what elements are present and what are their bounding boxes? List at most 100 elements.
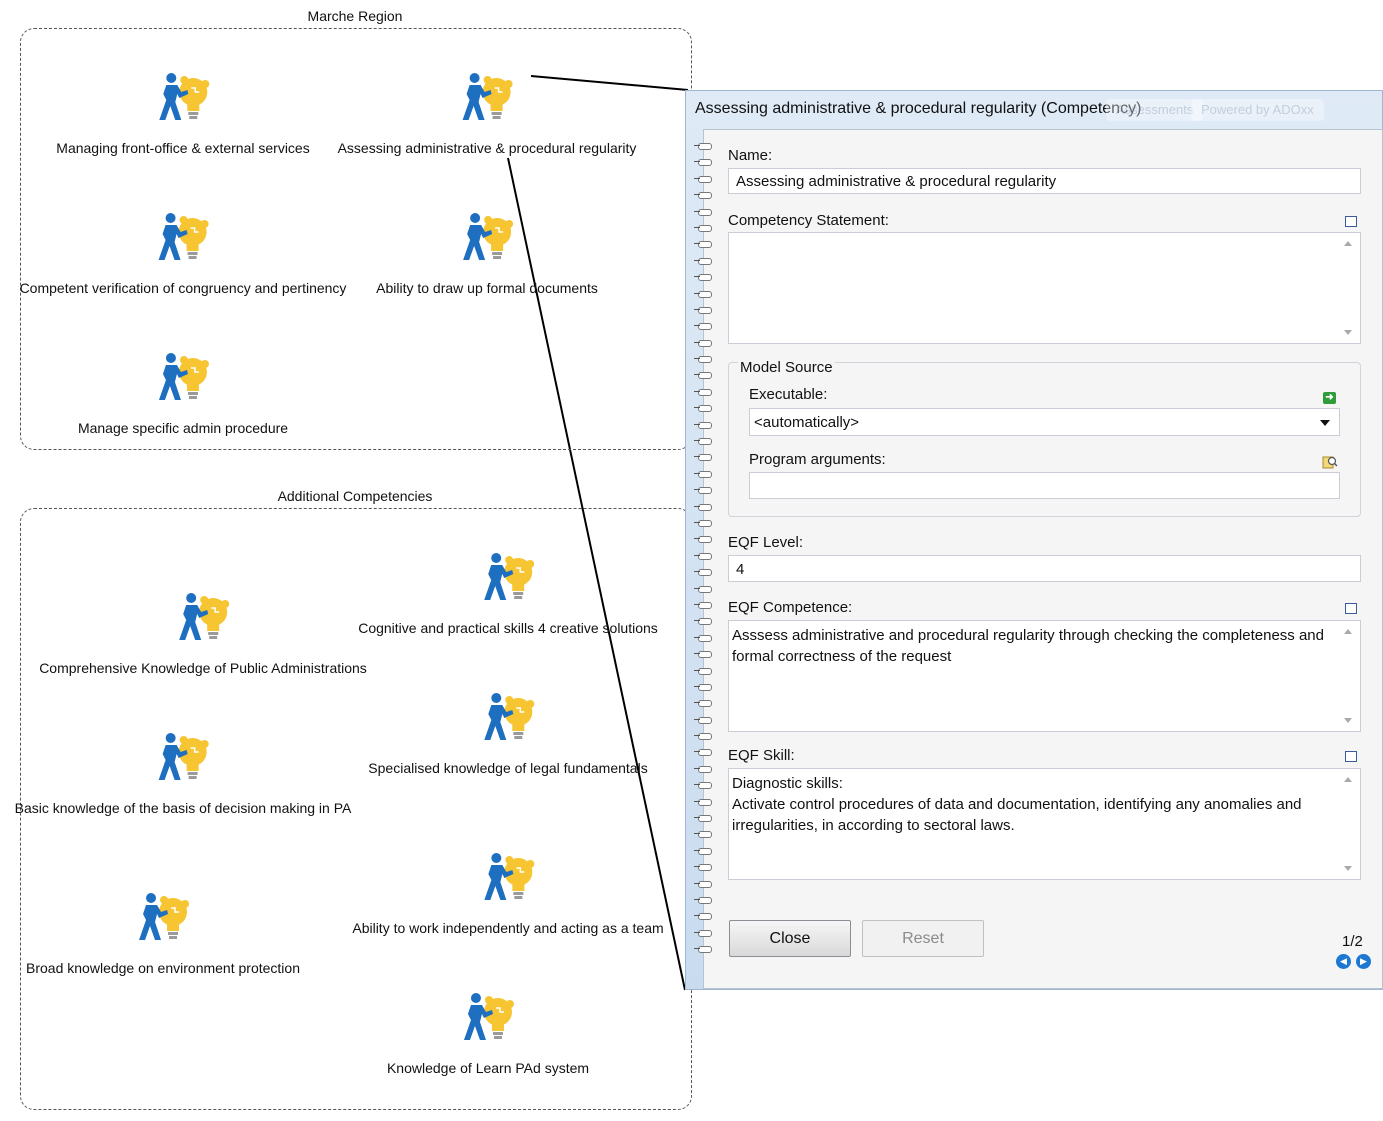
competency-item[interactable]: Competent verification of congruency and…: [20, 210, 346, 296]
spiral-ring: [694, 467, 714, 483]
chevron-down-icon[interactable]: [1320, 420, 1330, 426]
competency-icon: [457, 70, 517, 124]
competency-label: Ability to draw up formal documents: [376, 280, 598, 296]
executable-label: Executable:: [749, 386, 828, 403]
group-title-marche-region: Marche Region: [307, 8, 403, 24]
competency-item[interactable]: Broad knowledge on environment protectio…: [26, 890, 300, 976]
program-arguments-label: Program arguments:: [749, 451, 886, 468]
spiral-ring: [694, 614, 714, 630]
scroll-down-icon[interactable]: [1344, 330, 1352, 335]
scroll-up-icon[interactable]: [1344, 629, 1352, 634]
spiral-ring: [694, 582, 714, 598]
competency-item[interactable]: Ability to work independently and acting…: [352, 850, 664, 936]
competency-item[interactable]: Knowledge of Learn PAd system: [387, 990, 589, 1076]
spiral-ring: [694, 909, 714, 925]
competency-label: Broad knowledge on environment protectio…: [26, 960, 300, 976]
competency-icon: [153, 210, 213, 264]
competency-statement-field[interactable]: [728, 232, 1361, 344]
name-label: Name:: [728, 147, 773, 164]
scroll-up-icon[interactable]: [1344, 777, 1352, 782]
eqf-level-field[interactable]: 4: [728, 555, 1361, 582]
spiral-ring: [694, 155, 714, 171]
model-source-label: Model Source: [738, 359, 835, 376]
competency-item[interactable]: Basic knowledge of the basis of decision…: [15, 730, 351, 816]
competency-icon: [478, 850, 538, 904]
browse-file-icon[interactable]: [1322, 455, 1338, 469]
spiral-ring: [694, 188, 714, 204]
executable-value: <automatically>: [754, 414, 860, 431]
competency-icon: [457, 210, 517, 264]
spiral-ring: [694, 237, 714, 253]
eqf-competence-label: EQF Competence:: [728, 599, 853, 616]
scroll-down-icon[interactable]: [1344, 866, 1352, 871]
expand-icon[interactable]: [1345, 216, 1357, 227]
scroll-up-icon[interactable]: [1344, 241, 1352, 246]
spiral-ring: [694, 221, 714, 237]
competency-item[interactable]: Manage specific admin procedure: [78, 350, 288, 436]
spiral-ring: [694, 483, 714, 499]
spiral-ring: [694, 877, 714, 893]
next-page-icon[interactable]: ▶: [1356, 954, 1371, 969]
eqf-competence-value: Asssess administrative and procedural re…: [732, 627, 1324, 665]
competency-item[interactable]: Managing front-office & external service…: [56, 70, 310, 156]
competency-label: Knowledge of Learn PAd system: [386, 1060, 590, 1076]
eqf-skill-label: EQF Skill:: [728, 747, 795, 764]
spiral-ring: [694, 287, 714, 303]
spiral-ring: [694, 713, 714, 729]
spiral-ring: [694, 647, 714, 663]
spiral-ring: [694, 434, 714, 450]
spiral-ring: [694, 729, 714, 745]
name-field[interactable]: Assessing administrative & procedural re…: [728, 168, 1361, 194]
previous-page-icon[interactable]: ◀: [1336, 954, 1351, 969]
reset-button[interactable]: Reset: [862, 920, 984, 957]
eqf-skill-field[interactable]: Diagnostic skills: Activate control proc…: [728, 768, 1361, 880]
competency-item[interactable]: Specialised knowledge of legal fundament…: [368, 690, 648, 776]
spiral-ring: [694, 270, 714, 286]
competency-icon: [153, 70, 213, 124]
competency-icon: [173, 590, 233, 644]
spiral-ring: [694, 762, 714, 778]
competency-statement-label: Competency Statement:: [728, 212, 889, 229]
close-button[interactable]: Close: [729, 920, 851, 957]
spiral-ring: [694, 598, 714, 614]
spiral-ring: [694, 368, 714, 384]
spiral-binding: [694, 139, 714, 969]
spiral-ring: [694, 549, 714, 565]
program-arguments-field[interactable]: [749, 472, 1340, 499]
competency-item[interactable]: Cognitive and practical skills 4 creativ…: [358, 550, 658, 636]
spiral-ring: [694, 336, 714, 352]
eqf-level-label: EQF Level:: [728, 534, 804, 551]
ghost-tab: Assessments: [1106, 99, 1204, 121]
ghost-tab: Powered by ADOxx: [1191, 99, 1324, 121]
spiral-ring: [694, 844, 714, 860]
competency-label: Manage specific admin procedure: [77, 420, 289, 436]
expand-icon[interactable]: [1345, 751, 1357, 762]
spiral-ring: [694, 696, 714, 712]
competency-label: Assessing administrative & procedural re…: [337, 140, 637, 156]
spiral-ring: [694, 418, 714, 434]
expand-icon[interactable]: [1345, 603, 1357, 614]
competency-dialog: Assessing administrative & procedural re…: [685, 90, 1383, 990]
spiral-ring: [694, 139, 714, 155]
dialog-body: Name: Assessing administrative & procedu…: [703, 129, 1383, 989]
competency-item[interactable]: Assessing administrative & procedural re…: [337, 70, 637, 156]
competency-icon: [153, 350, 213, 404]
scroll-down-icon[interactable]: [1344, 718, 1352, 723]
spiral-ring: [694, 664, 714, 680]
eqf-competence-field[interactable]: Asssess administrative and procedural re…: [728, 620, 1361, 732]
competency-item[interactable]: Comprehensive Knowledge of Public Admini…: [39, 590, 367, 676]
page-indicator: 1/2: [1342, 933, 1363, 950]
executable-select[interactable]: <automatically>: [749, 408, 1340, 436]
spiral-ring: [694, 385, 714, 401]
spiral-ring: [694, 926, 714, 942]
spiral-ring: [694, 172, 714, 188]
spiral-ring: [694, 500, 714, 516]
spiral-ring: [694, 827, 714, 843]
spiral-ring: [694, 532, 714, 548]
spiral-ring: [694, 352, 714, 368]
competency-label: Managing front-office & external service…: [56, 140, 310, 156]
competency-icon: [458, 990, 518, 1044]
competency-item[interactable]: Ability to draw up formal documents: [376, 210, 598, 296]
spiral-ring: [694, 303, 714, 319]
go-arrow-icon[interactable]: ➜: [1323, 392, 1336, 404]
